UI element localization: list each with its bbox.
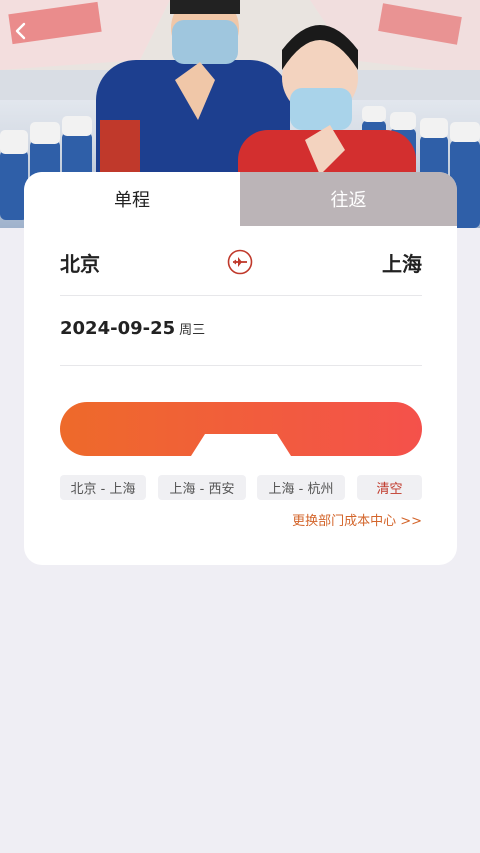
history-item[interactable]: 北京 - 上海	[60, 475, 146, 500]
date-weekday: 周三	[179, 323, 206, 338]
tab-one-way[interactable]: 单程	[24, 172, 240, 226]
tab-round-trip[interactable]: 往返	[240, 172, 457, 226]
swap-cities-button[interactable]	[227, 249, 253, 275]
search-flights-button[interactable]	[60, 402, 422, 456]
search-button-notch	[191, 434, 291, 456]
divider	[60, 365, 422, 366]
tab-round-trip-label: 往返	[330, 190, 367, 211]
divider	[60, 295, 422, 296]
flight-search-card: 单程 往返 北京 上海 2024-09-25周三 北京 - 上海 上海 - 西	[24, 172, 457, 565]
departure-date[interactable]: 2024-09-25 周三	[60, 318, 205, 348]
arrival-city[interactable]: 上海	[382, 248, 422, 277]
change-cost-center-link[interactable]: 更换部门成本中心 >>	[292, 510, 422, 529]
search-history: 北京 - 上海 上海 - 西安 上海 - 杭州 清空	[60, 475, 422, 501]
history-item[interactable]: 上海 - 杭州	[257, 475, 345, 500]
clear-history-button[interactable]: 清空	[357, 475, 422, 500]
plane-swap-icon	[227, 249, 253, 275]
trip-type-tabs: 单程 往返	[24, 172, 457, 226]
date-value: 2024-09-25	[60, 318, 176, 339]
tab-one-way-label: 单程	[114, 190, 150, 211]
back-button[interactable]	[12, 22, 42, 52]
chevron-left-icon	[15, 22, 26, 40]
route-selector: 北京 上海	[60, 242, 422, 282]
departure-city[interactable]: 北京	[60, 248, 100, 277]
history-item[interactable]: 上海 - 西安	[158, 475, 246, 500]
